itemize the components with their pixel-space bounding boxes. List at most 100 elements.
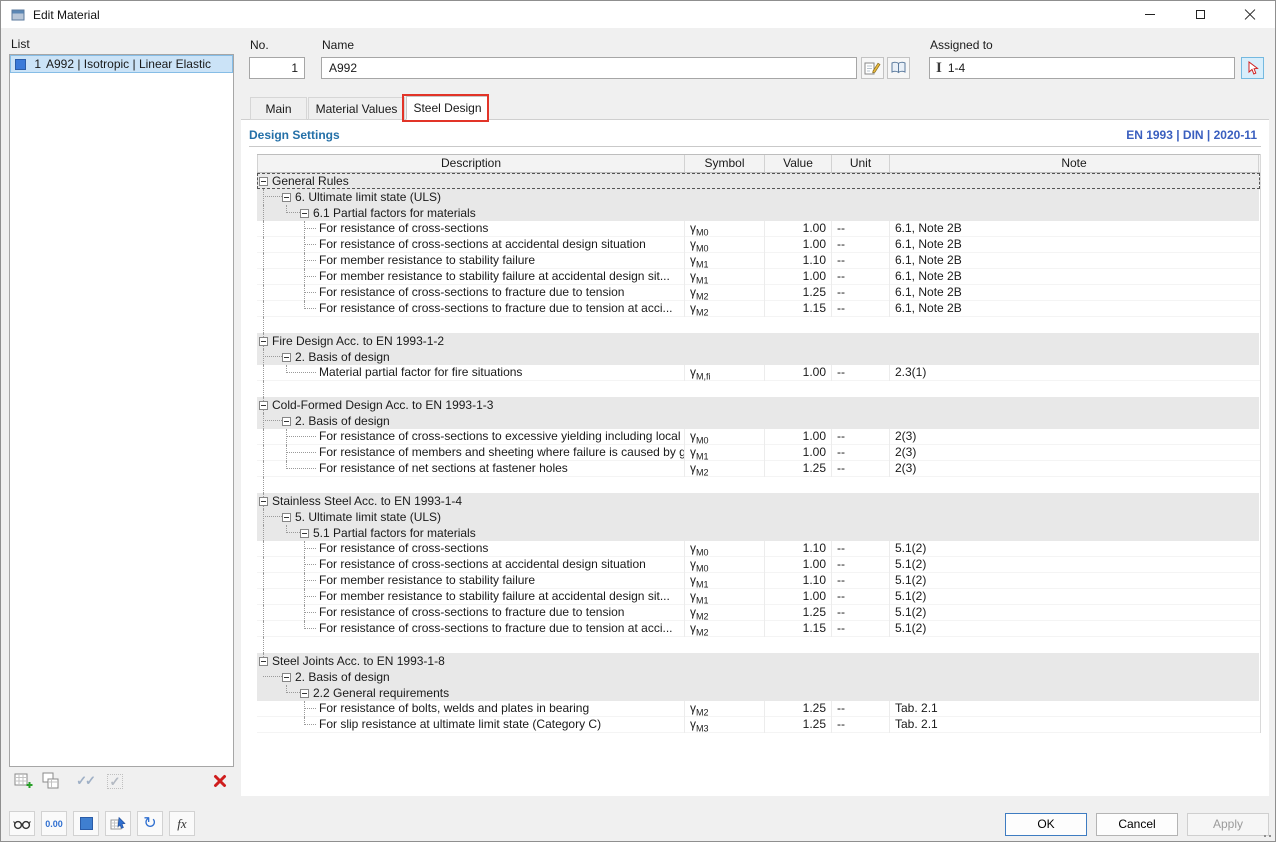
table-row[interactable]: For member resistance to stability failu… — [257, 573, 1260, 589]
collapse-icon[interactable] — [300, 528, 309, 538]
grid-arrow-icon — [110, 816, 126, 829]
table-group-row[interactable]: Fire Design Acc. to EN 1993-1-2 — [257, 333, 1260, 349]
collapse-icon[interactable] — [282, 672, 291, 682]
setting-value[interactable]: 1.10 — [765, 573, 832, 589]
edit-name-button[interactable] — [861, 57, 884, 79]
collapse-icon[interactable] — [282, 512, 291, 522]
refresh-icon: ↻ — [143, 814, 157, 832]
table-group-row[interactable]: Steel Joints Acc. to EN 1993-1-8 — [257, 653, 1260, 669]
table-row[interactable]: For member resistance to stability failu… — [257, 253, 1260, 269]
collapse-icon[interactable] — [300, 208, 309, 218]
table-row[interactable]: For resistance of cross-sections γM0 1.10-… — [257, 541, 1260, 557]
collapse-icon[interactable] — [259, 656, 268, 666]
setting-value[interactable]: 1.25 — [765, 605, 832, 621]
setting-value[interactable]: 1.00 — [765, 221, 832, 237]
list-item[interactable]: 1 A992 | Isotropic | Linear Elastic — [10, 55, 233, 73]
setting-value[interactable]: 1.15 — [765, 621, 832, 637]
collapse-icon[interactable] — [259, 176, 268, 186]
tab-steel-design[interactable]: Steel Design — [406, 96, 489, 120]
table-group-row[interactable]: 6. Ultimate limit state (ULS) — [257, 189, 1260, 205]
collapse-icon[interactable] — [300, 688, 309, 698]
setting-description: For member resistance to stability failu… — [257, 573, 685, 589]
setting-unit: -- — [832, 461, 890, 477]
refresh-button[interactable]: ↻ — [137, 811, 163, 836]
table-row[interactable]: For resistance of cross-sections at acci… — [257, 237, 1260, 253]
delete-material-button[interactable] — [208, 770, 232, 792]
table-group-row[interactable]: 2. Basis of design — [257, 413, 1260, 429]
table-row[interactable]: For resistance of cross-sections to frac… — [257, 621, 1260, 637]
table-row[interactable]: For resistance of cross-sections to exce… — [257, 429, 1260, 445]
glasses-icon — [13, 820, 31, 829]
setting-value[interactable]: 1.15 — [765, 301, 832, 317]
setting-value[interactable]: 1.10 — [765, 541, 832, 557]
minimize-icon — [1145, 14, 1155, 15]
units-settings-button[interactable]: 0.00 — [41, 811, 67, 836]
table-group-row[interactable]: Stainless Steel Acc. to EN 1993-1-4 — [257, 493, 1260, 509]
table-group-row[interactable]: 5. Ultimate limit state (ULS) — [257, 509, 1260, 525]
table-row[interactable]: For resistance of cross-sections to frac… — [257, 285, 1260, 301]
table-row[interactable]: For member resistance to stability failu… — [257, 589, 1260, 605]
material-name-input[interactable]: A992 — [321, 57, 857, 79]
table-group-row[interactable]: 5.1 Partial factors for materials — [257, 525, 1260, 541]
setting-symbol: γM0 — [685, 541, 765, 557]
setting-value[interactable]: 1.00 — [765, 237, 832, 253]
table-group-row[interactable]: Cold-Formed Design Acc. to EN 1993-1-3 — [257, 397, 1260, 413]
table-row[interactable]: For resistance of cross-sections to frac… — [257, 301, 1260, 317]
material-library-button[interactable] — [887, 57, 910, 79]
setting-value[interactable]: 1.00 — [765, 269, 832, 285]
table-group-row[interactable]: 2. Basis of design — [257, 349, 1260, 365]
table-row[interactable]: For resistance of bolts, welds and plate… — [257, 701, 1260, 717]
setting-value[interactable]: 1.25 — [765, 285, 832, 301]
setting-value[interactable]: 1.10 — [765, 253, 832, 269]
table-row[interactable]: For member resistance to stability failu… — [257, 269, 1260, 285]
resize-grip[interactable] — [1259, 830, 1271, 838]
table-group-row[interactable]: General Rules — [257, 173, 1260, 189]
setting-value[interactable]: 1.00 — [765, 445, 832, 461]
cancel-button[interactable]: Cancel — [1096, 813, 1178, 836]
collapse-icon[interactable] — [259, 496, 268, 506]
design-standard-label[interactable]: EN 1993 | DIN | 2020-11 — [1126, 128, 1257, 142]
ok-button[interactable]: OK — [1005, 813, 1087, 836]
table-group-row[interactable]: 6.1 Partial factors for materials — [257, 205, 1260, 221]
collapse-icon[interactable] — [282, 352, 291, 362]
close-button[interactable] — [1225, 1, 1275, 28]
formula-button[interactable]: fx — [169, 811, 195, 836]
setting-note: 5.1(2) — [895, 573, 927, 587]
table-row[interactable]: For resistance of cross-sections to frac… — [257, 605, 1260, 621]
display-properties-button[interactable] — [9, 811, 35, 836]
new-material-button[interactable] — [11, 770, 35, 792]
select-all-button[interactable]: ✓ — [103, 770, 127, 792]
table-row[interactable]: For resistance of net sections at fasten… — [257, 461, 1260, 477]
setting-value[interactable]: 1.00 — [765, 589, 832, 605]
setting-value[interactable]: 1.25 — [765, 461, 832, 477]
table-group-row[interactable]: 2. Basis of design — [257, 669, 1260, 685]
table-group-row[interactable]: 2.2 General requirements — [257, 685, 1260, 701]
assign-table-button[interactable] — [105, 811, 131, 836]
collapse-icon[interactable] — [259, 336, 268, 346]
color-swatch-button[interactable] — [73, 811, 99, 836]
minimize-button[interactable] — [1125, 1, 1175, 28]
material-list[interactable]: 1 A992 | Isotropic | Linear Elastic — [9, 54, 234, 767]
apply-button[interactable]: Apply — [1187, 813, 1269, 836]
table-row[interactable]: For resistance of cross-sections at acci… — [257, 557, 1260, 573]
maximize-button[interactable] — [1175, 1, 1225, 28]
table-row[interactable]: For resistance of cross-sections γM0 1.00-… — [257, 221, 1260, 237]
collapse-icon[interactable] — [259, 400, 268, 410]
setting-symbol: γM1 — [685, 589, 765, 605]
pick-objects-button[interactable] — [1241, 57, 1264, 79]
select-dependent-button[interactable]: ✓✓ — [73, 770, 97, 792]
table-row[interactable]: Material partial factor for fire situati… — [257, 365, 1260, 381]
setting-value[interactable]: 1.00 — [765, 429, 832, 445]
tab-main[interactable]: Main — [250, 97, 307, 120]
collapse-icon[interactable] — [282, 416, 291, 426]
assigned-to-input[interactable]: I 1-4 — [929, 57, 1235, 79]
table-row[interactable]: For slip resistance at ultimate limit st… — [257, 717, 1260, 733]
setting-value[interactable]: 1.25 — [765, 701, 832, 717]
collapse-icon[interactable] — [282, 192, 291, 202]
setting-value[interactable]: 1.00 — [765, 365, 832, 381]
table-row[interactable]: For resistance of members and sheeting w… — [257, 445, 1260, 461]
tab-material-values[interactable]: Material Values — [308, 97, 405, 120]
setting-value[interactable]: 1.25 — [765, 717, 832, 733]
setting-value[interactable]: 1.00 — [765, 557, 832, 573]
copy-material-button[interactable] — [39, 770, 63, 792]
